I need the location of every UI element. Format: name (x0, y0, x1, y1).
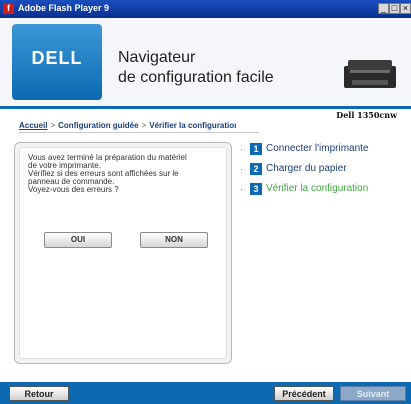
previous-button[interactable]: Précédent (274, 386, 334, 401)
step-number: 3 (250, 183, 262, 195)
question-panel: Vous avez terminé la préparation du maté… (14, 142, 232, 364)
steps-list: · 1 Connecter l'imprimante · 2 Charger d… (240, 143, 410, 203)
question-line: Voyez-vous des erreurs ? (28, 185, 119, 194)
window-titlebar: f Adobe Flash Player 9 _ □ × (0, 0, 411, 18)
breadcrumb-separator: > (50, 121, 56, 130)
step-item-paper[interactable]: · 2 Charger du papier (240, 163, 410, 183)
step-label: Vérifier la configuration (266, 183, 369, 194)
step-item-connect[interactable]: · 1 Connecter l'imprimante (240, 143, 410, 163)
breadcrumb-separator: > (141, 121, 147, 130)
flash-player-icon: f (3, 3, 14, 14)
step-item-verify[interactable]: · 3 Vérifier la configuration (240, 183, 410, 203)
step-label: Charger du papier (266, 163, 347, 174)
dell-logo: DELL (31, 48, 83, 68)
question-panel-inner: Vous avez terminé la préparation du maté… (19, 147, 227, 359)
minimize-button[interactable]: _ (378, 3, 389, 14)
printer-icon (344, 60, 396, 88)
no-button[interactable]: NON (140, 232, 208, 248)
app-title-line1: Navigateur (118, 49, 196, 66)
app-header: DELL Navigateur de configuration facile … (0, 18, 411, 120)
breadcrumb-guided-setup: Configuration guidée (58, 121, 139, 130)
question-text: Vous avez terminé la préparation du maté… (28, 154, 228, 194)
breadcrumb-divider (19, 132, 259, 133)
printer-model: Dell 1350cnw (336, 110, 397, 120)
step-bullet: · (240, 145, 243, 154)
footer-bar: Retour Précédent Suivant (0, 382, 411, 404)
step-bullet: · (240, 165, 243, 174)
step-number: 1 (250, 143, 262, 155)
step-label: Connecter l'imprimante (266, 143, 369, 154)
app-title: Navigateur de configuration facile (118, 48, 274, 88)
breadcrumb: Accueil > Configuration guidée > Vérifier la… (19, 121, 236, 130)
app-title-line2: de configuration facile (118, 69, 274, 86)
step-number: 2 (250, 163, 262, 175)
maximize-button[interactable]: □ (389, 3, 400, 14)
next-button[interactable]: Suivant (340, 386, 406, 401)
dell-logo-box: DELL (12, 24, 102, 100)
back-button[interactable]: Retour (9, 386, 69, 401)
step-bullet: · (240, 185, 243, 194)
breadcrumb-home-link[interactable]: Accueil (19, 121, 47, 130)
breadcrumb-current: Vérifier la configuratioı (149, 121, 237, 130)
yes-button[interactable]: OUI (44, 232, 112, 248)
close-button[interactable]: × (400, 3, 411, 14)
window-title: Adobe Flash Player 9 (18, 3, 110, 13)
